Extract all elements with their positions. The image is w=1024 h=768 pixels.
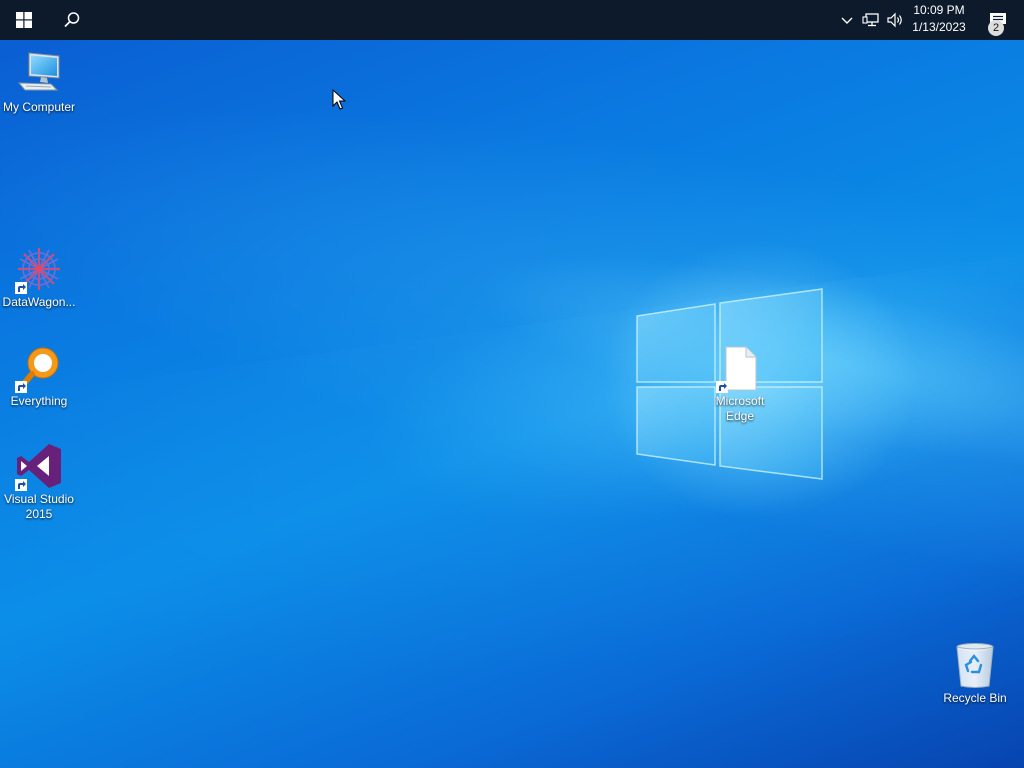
desktop-icon-everything[interactable]: Everything bbox=[0, 344, 78, 409]
clock-time: 10:09 PM bbox=[913, 3, 965, 17]
desktop-icon-label: Visual Studio 2015 bbox=[4, 492, 74, 521]
notification-count-badge: 2 bbox=[988, 20, 1004, 36]
network-button[interactable] bbox=[860, 0, 882, 40]
shortcut-arrow-icon bbox=[15, 282, 27, 294]
desktop-icon-label: Everything bbox=[10, 394, 68, 408]
desktop-screen[interactable]: 10:09 PM 1/13/2023 2 My Computer DataWag… bbox=[0, 0, 1024, 768]
desktop-icon-datawagon[interactable]: DataWagon... bbox=[0, 245, 78, 310]
desktop-icon-label: DataWagon... bbox=[2, 295, 76, 309]
shortcut-arrow-icon bbox=[15, 381, 27, 393]
chevron-up-icon bbox=[841, 17, 853, 24]
computer-icon-wrap bbox=[15, 50, 63, 98]
shortcut-arrow-icon bbox=[15, 479, 27, 491]
volume-icon bbox=[887, 12, 902, 28]
desktop-icon-label: My Computer bbox=[2, 100, 76, 114]
datawagon-icon-wrap bbox=[15, 245, 63, 294]
desktop-icon-visual-studio[interactable]: Visual Studio 2015 bbox=[0, 442, 78, 522]
search-icon bbox=[64, 12, 80, 28]
everything-icon-wrap bbox=[15, 344, 63, 393]
taskbar: 10:09 PM 1/13/2023 2 bbox=[0, 0, 1024, 40]
start-button[interactable] bbox=[0, 0, 48, 40]
clock-date: 1/13/2023 bbox=[912, 20, 966, 34]
visual-studio-icon-wrap bbox=[15, 442, 63, 491]
network-icon bbox=[862, 13, 879, 27]
desktop-icon-microsoft-edge[interactable]: Microsoft Edge bbox=[701, 344, 779, 424]
recycle-bin-icon-wrap bbox=[951, 641, 999, 689]
volume-button[interactable] bbox=[884, 0, 906, 40]
desktop-icon-label: Microsoft Edge bbox=[715, 394, 765, 423]
recycle-bin-icon bbox=[956, 643, 994, 688]
taskbar-clock[interactable]: 10:09 PM 1/13/2023 bbox=[906, 2, 972, 38]
windows-logo-icon bbox=[16, 12, 32, 28]
desktop-icon-label: Recycle Bin bbox=[943, 691, 1007, 705]
search-button[interactable] bbox=[48, 0, 96, 40]
shortcut-arrow-icon bbox=[716, 381, 728, 393]
blank-file-icon-wrap bbox=[716, 344, 764, 393]
computer-icon bbox=[17, 52, 60, 91]
desktop-icon-my-computer[interactable]: My Computer bbox=[0, 50, 78, 115]
desktop-icon-recycle-bin[interactable]: Recycle Bin bbox=[936, 641, 1014, 706]
show-hidden-icons-button[interactable] bbox=[836, 0, 858, 40]
mouse-cursor-icon bbox=[332, 89, 346, 110]
